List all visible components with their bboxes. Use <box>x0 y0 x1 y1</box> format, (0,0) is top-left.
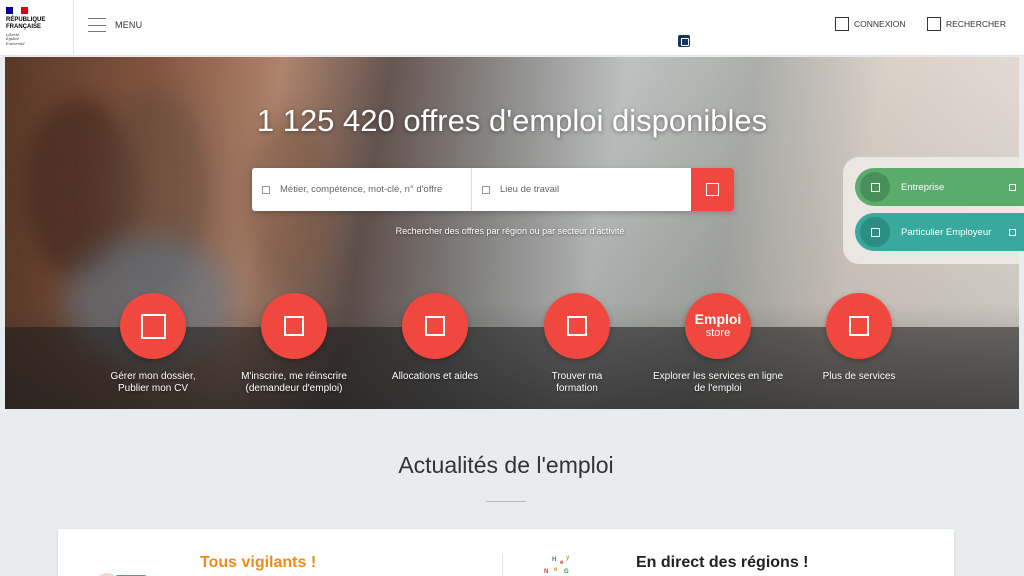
vigilants-illustration <box>94 565 154 576</box>
connexion-icon <box>835 17 849 31</box>
title-underline <box>486 501 526 502</box>
service-circle <box>826 293 892 359</box>
connexion-button[interactable]: CONNEXION <box>835 17 905 31</box>
location-input[interactable]: Lieu de travail <box>472 168 691 211</box>
emploi-store-word-1: Emploi <box>694 311 742 327</box>
news-card-title[interactable]: Tous vigilants ! <box>200 554 316 572</box>
menu-button[interactable]: MENU <box>88 18 142 32</box>
regions-illustration: H e y N e G <box>544 555 570 575</box>
particulier-icon <box>860 217 890 247</box>
entreprise-icon <box>860 172 890 202</box>
french-flag-icon <box>6 7 28 14</box>
keywords-placeholder: Métier, compétence, mot-clé, n° d'offre <box>280 184 443 195</box>
news-section-title: Actualités de l'emploi <box>398 452 614 478</box>
square-icon <box>284 316 304 336</box>
service-circle <box>402 293 468 359</box>
location-placeholder: Lieu de travail <box>500 184 560 195</box>
square-icon <box>849 316 869 336</box>
keywords-input[interactable]: Métier, compétence, mot-clé, n° d'offre <box>252 168 472 211</box>
service-label: Gérer mon dossier, Publier mon CV <box>110 371 196 394</box>
menu-label: MENU <box>115 20 143 30</box>
service-emploi-store[interactable]: Emploi store Explorer les services en li… <box>648 293 788 395</box>
header-divider <box>73 0 74 56</box>
service-circle <box>261 293 327 359</box>
service-label: M'inscrire, me réinscrire (demandeur d'e… <box>241 371 347 394</box>
hamburger-icon <box>88 18 106 32</box>
news-card-row: Tous vigilants ! H e y N e G En direct d… <box>58 529 954 576</box>
service-label: Allocations et aides <box>391 371 479 382</box>
search-icon <box>706 183 719 196</box>
square-icon <box>567 316 587 336</box>
connexion-label: CONNEXION <box>854 19 906 29</box>
republique-francaise-logo[interactable]: RÉPUBLIQUE FRANÇAISE Liberté Égalité Fra… <box>6 7 70 49</box>
square-icon[interactable] <box>678 35 690 47</box>
rechercher-button[interactable]: RECHERCHER <box>927 17 1006 31</box>
service-plus[interactable]: Plus de services <box>789 293 929 383</box>
service-label: Trouver ma formation <box>551 371 603 394</box>
card-divider <box>502 553 503 576</box>
logo-line-1: RÉPUBLIQUE <box>6 17 46 23</box>
news-card-title[interactable]: En direct des régions ! <box>636 554 808 572</box>
logo-line-2: FRANÇAISE <box>6 24 42 30</box>
location-icon <box>482 185 490 194</box>
service-circle <box>544 293 610 359</box>
logo-motto-3: Fraternité <box>6 41 25 46</box>
service-label: Explorer les services en ligne de l'empl… <box>652 371 784 394</box>
rechercher-label: RECHERCHER <box>946 19 1006 29</box>
emploi-store-logo: Emploi store <box>685 293 751 359</box>
arrow-icon <box>1009 228 1016 236</box>
square-icon <box>425 316 445 336</box>
hero-title: 1 125 420 offres d'emploi disponibles <box>256 103 768 138</box>
particulier-employeur-button[interactable]: Particulier Employeur <box>855 213 1024 251</box>
service-formation[interactable]: Trouver ma formation <box>507 293 647 395</box>
keywords-icon <box>262 185 270 194</box>
job-search-bar: Métier, compétence, mot-clé, n° d'offre … <box>252 168 734 211</box>
service-allocations[interactable]: Allocations et aides <box>365 293 505 383</box>
service-circle <box>120 293 186 359</box>
search-icon <box>927 17 941 31</box>
site-header: RÉPUBLIQUE FRANÇAISE Liberté Égalité Fra… <box>0 0 1024 56</box>
emploi-store-word-2: store <box>705 327 731 339</box>
particulier-label: Particulier Employeur <box>901 226 992 238</box>
service-gerer-dossier[interactable]: Gérer mon dossier, Publier mon CV <box>83 293 223 395</box>
service-inscription[interactable]: M'inscrire, me réinscrire (demandeur d'e… <box>224 293 364 395</box>
entreprise-label: Entreprise <box>901 181 945 193</box>
entreprise-button[interactable]: Entreprise <box>855 168 1024 206</box>
arrow-icon <box>1009 183 1016 191</box>
search-submit-button[interactable] <box>691 168 734 211</box>
square-icon <box>140 313 166 339</box>
service-label: Plus de services <box>822 371 896 382</box>
